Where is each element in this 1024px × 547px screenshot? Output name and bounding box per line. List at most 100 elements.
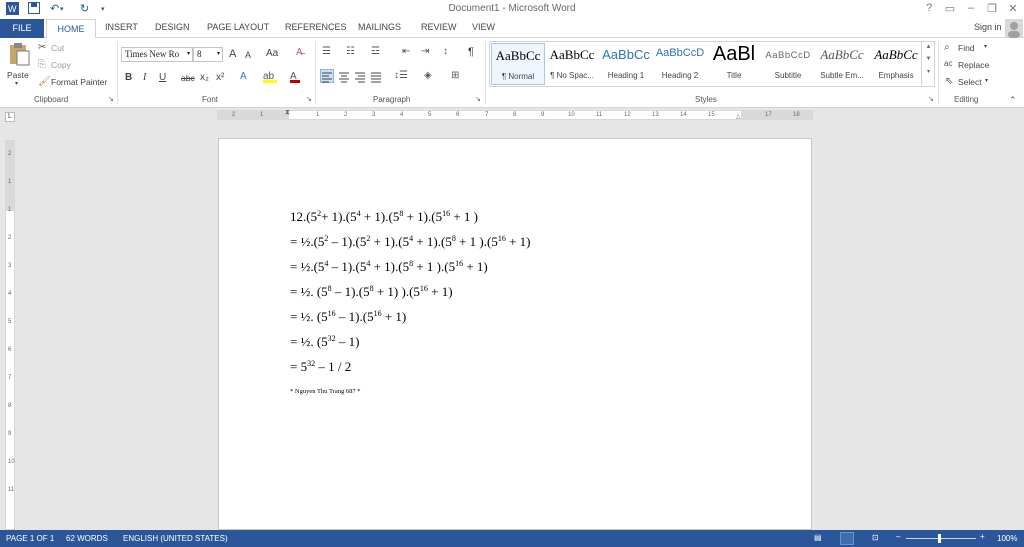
web-layout-icon[interactable]: ⊡ bbox=[872, 533, 879, 542]
style-no-spacing[interactable]: AaBbCc ¶ No Spac... bbox=[545, 43, 599, 85]
right-indent-marker-icon[interactable]: △ bbox=[736, 113, 741, 120]
tab-view[interactable]: VIEW bbox=[472, 22, 495, 32]
bold-button[interactable]: B bbox=[125, 72, 132, 83]
ribbon-display-button[interactable]: ▭ bbox=[941, 2, 959, 15]
justify-icon[interactable] bbox=[370, 70, 382, 88]
borders-icon[interactable]: ⊞ bbox=[451, 70, 459, 81]
document-page[interactable]: 12.(52+ 1).(54 + 1).(58 + 1).(516 + 1 ) =… bbox=[218, 138, 812, 530]
styles-launcher-icon[interactable]: ↘ bbox=[928, 95, 934, 103]
italic-button[interactable]: I bbox=[143, 72, 146, 83]
copy-button[interactable]: Copy bbox=[51, 60, 71, 70]
paste-button[interactable]: Paste ▾ bbox=[7, 42, 31, 87]
tab-page-layout[interactable]: PAGE LAYOUT bbox=[207, 22, 269, 32]
paragraph-launcher-icon[interactable]: ↘ bbox=[475, 95, 481, 103]
decrease-indent-icon[interactable]: ⇤ bbox=[402, 46, 410, 57]
ruler-tick-label: 7 bbox=[8, 375, 12, 381]
strikethrough-button[interactable]: abc bbox=[181, 73, 195, 83]
text-run: + 1) ).(5 bbox=[373, 284, 420, 299]
show-formatting-button[interactable]: ¶ bbox=[468, 46, 474, 58]
tab-home[interactable]: HOME bbox=[46, 19, 96, 39]
scroll-down-icon[interactable]: ▼ bbox=[922, 56, 935, 62]
font-color-icon[interactable]: A bbox=[290, 71, 300, 83]
line-spacing-icon[interactable]: ↕☰ bbox=[394, 70, 408, 81]
tab-design[interactable]: DESIGN bbox=[155, 22, 190, 32]
ruler-tick-label: 8 bbox=[8, 403, 12, 409]
close-button[interactable]: ✕ bbox=[1004, 2, 1022, 15]
zoom-slider[interactable] bbox=[906, 534, 976, 543]
font-name-input[interactable]: Times New Ro ▾ bbox=[121, 47, 193, 62]
format-painter-button[interactable]: Format Painter bbox=[51, 77, 107, 87]
exponent: 16 bbox=[497, 234, 506, 243]
zoom-in-button[interactable]: + bbox=[980, 532, 985, 541]
style-title[interactable]: AaBl Title bbox=[707, 43, 761, 85]
select-button[interactable]: Select bbox=[958, 77, 982, 87]
shading-icon[interactable]: ◈ bbox=[424, 70, 432, 81]
chevron-down-icon[interactable]: ▾ bbox=[984, 43, 987, 50]
ruler-tick-label: 2 bbox=[344, 112, 348, 118]
replace-button[interactable]: Replace bbox=[958, 60, 989, 70]
underline-button[interactable]: U bbox=[159, 72, 166, 83]
read-mode-icon[interactable]: ▤ bbox=[814, 533, 822, 542]
shrink-font-button[interactable]: A bbox=[245, 50, 251, 60]
zoom-level[interactable]: 100% bbox=[997, 534, 1017, 543]
language-indicator[interactable]: ENGLISH (UNITED STATES) bbox=[123, 534, 228, 543]
sign-in-link[interactable]: Sign in bbox=[974, 22, 1002, 32]
align-right-icon[interactable] bbox=[354, 70, 366, 88]
style-emphasis[interactable]: AaBbCc Emphasis bbox=[869, 43, 923, 85]
tab-review[interactable]: REVIEW bbox=[421, 22, 457, 32]
font-size-input[interactable]: 8 ▾ bbox=[193, 47, 223, 62]
superscript-button[interactable]: x² bbox=[216, 72, 224, 83]
cut-button[interactable]: Cut bbox=[51, 43, 64, 53]
collapse-ribbon-icon[interactable]: ⌃ bbox=[1009, 95, 1017, 106]
text-run: + 1 ).(5 bbox=[455, 234, 498, 249]
ruler-tick-label: 1 bbox=[8, 207, 12, 213]
tab-references[interactable]: REFERENCES bbox=[285, 22, 347, 32]
style-subtle-emphasis[interactable]: AaBbCc Subtle Em... bbox=[815, 43, 869, 85]
font-launcher-icon[interactable]: ↘ bbox=[306, 95, 312, 103]
grow-font-button[interactable]: A bbox=[229, 48, 236, 60]
scroll-up-icon[interactable]: ▲ bbox=[922, 44, 935, 50]
change-case-button[interactable]: Aa bbox=[266, 48, 278, 59]
find-button[interactable]: Find bbox=[958, 43, 975, 53]
sort-icon[interactable]: ↕ bbox=[443, 46, 448, 57]
avatar[interactable] bbox=[1005, 19, 1023, 38]
minimize-button[interactable]: – bbox=[962, 2, 980, 14]
align-left-button[interactable] bbox=[320, 69, 334, 83]
style-subtitle[interactable]: AaBbCcD Subtitle bbox=[761, 43, 815, 85]
style-normal[interactable]: AaBbCc ¶ Normal bbox=[491, 43, 545, 85]
ruler-tick-label: 11 bbox=[596, 112, 603, 118]
more-styles-icon[interactable]: ▾ bbox=[922, 68, 935, 75]
horizontal-ruler[interactable]: ⧗ △ 2 1 1 2 3 4 5 6 7 8 9 10 11 12 13 14 15 17 18 bbox=[217, 109, 813, 120]
page-count[interactable]: PAGE 1 OF 1 bbox=[6, 534, 54, 543]
text-effects-icon[interactable]: A bbox=[240, 71, 247, 82]
tab-file[interactable]: FILE bbox=[0, 19, 44, 38]
chevron-down-icon: ▾ bbox=[186, 51, 190, 57]
tab-mailings[interactable]: MAILINGS bbox=[358, 22, 401, 32]
help-button[interactable]: ? bbox=[920, 2, 938, 14]
increase-indent-icon[interactable]: ⇥ bbox=[421, 46, 429, 57]
print-layout-icon[interactable] bbox=[840, 532, 854, 545]
tab-insert[interactable]: INSERT bbox=[105, 22, 138, 32]
signature-text: * Nguyen Thu Trang 687 * bbox=[290, 388, 361, 395]
vertical-ruler[interactable]: 2 1 1 2 3 4 5 6 7 8 9 10 11 bbox=[5, 140, 15, 530]
clipboard-launcher-icon[interactable]: ↘ bbox=[108, 95, 114, 103]
indent-marker-icon[interactable]: ⧗ bbox=[285, 109, 290, 117]
word-count[interactable]: 62 WORDS bbox=[66, 534, 108, 543]
style-heading-1[interactable]: AaBbCc Heading 1 bbox=[599, 43, 653, 85]
styles-scroll[interactable]: ▲ ▼ ▾ bbox=[921, 41, 935, 87]
zoom-thumb[interactable] bbox=[938, 534, 941, 543]
format-painter-icon: 🖌 bbox=[38, 76, 51, 87]
clear-formatting-icon[interactable]: A̶ bbox=[296, 47, 303, 58]
bullets-icon[interactable]: ☰ bbox=[322, 46, 331, 57]
subscript-button[interactable]: x₂ bbox=[200, 72, 209, 83]
style-heading-2[interactable]: AaBbCcD Heading 2 bbox=[653, 43, 707, 85]
highlight-icon[interactable]: ab bbox=[263, 71, 277, 83]
chevron-down-icon[interactable]: ▾ bbox=[985, 77, 988, 84]
tab-selector[interactable]: L bbox=[5, 112, 15, 122]
align-center-icon[interactable] bbox=[338, 70, 350, 88]
maximize-button[interactable]: ❐ bbox=[983, 2, 1001, 15]
numbering-icon[interactable]: ☷ bbox=[346, 46, 355, 57]
zoom-out-button[interactable]: – bbox=[896, 532, 900, 541]
multilevel-list-icon[interactable]: ☲ bbox=[371, 46, 380, 57]
ruler-tick-label: 3 bbox=[372, 112, 376, 118]
